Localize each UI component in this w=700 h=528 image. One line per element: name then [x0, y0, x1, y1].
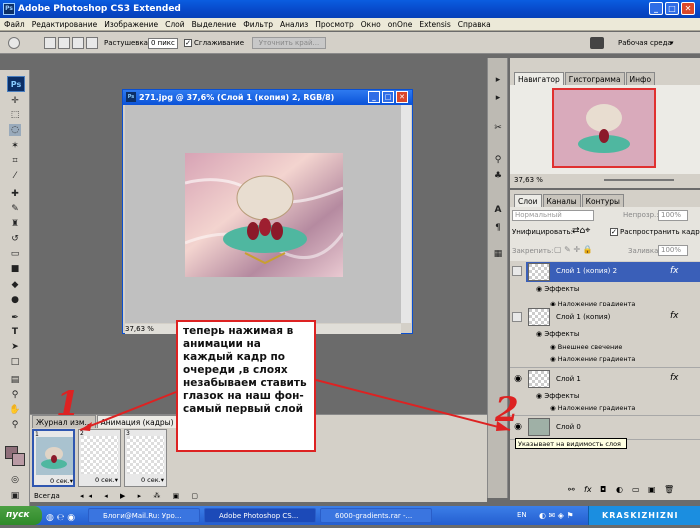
task-browser[interactable]: Блоги@Mail.Ru: Уро...: [88, 508, 200, 523]
task-archive[interactable]: 6000-gradients.rar -...: [320, 508, 432, 523]
language-indicator[interactable]: EN: [517, 506, 527, 525]
arrow-line-2: [315, 379, 511, 431]
annotation-marker-2: 2: [495, 390, 519, 430]
arrow-head-1: [80, 422, 92, 431]
quicklaunch-icons[interactable]: ◍ ℮ ◉: [46, 509, 75, 528]
start-button[interactable]: пуск: [0, 506, 42, 525]
annotation-callout: теперь нажимая в анимации на каждый кадр…: [176, 320, 316, 452]
taskbar: пуск ◍ ℮ ◉ Блоги@Mail.Ru: Уро... Adobe P…: [0, 506, 700, 525]
annotation-arrows: [79, 379, 511, 431]
tray-icons[interactable]: ◐ ✉ ◈ ⚑: [539, 506, 574, 525]
arrow-line-1: [79, 391, 177, 431]
watermark: KRASKIZHIZNI: [602, 511, 679, 520]
task-photoshop[interactable]: Adobe Photoshop CS...: [204, 508, 316, 523]
annotation-marker-1: 1: [56, 384, 80, 424]
